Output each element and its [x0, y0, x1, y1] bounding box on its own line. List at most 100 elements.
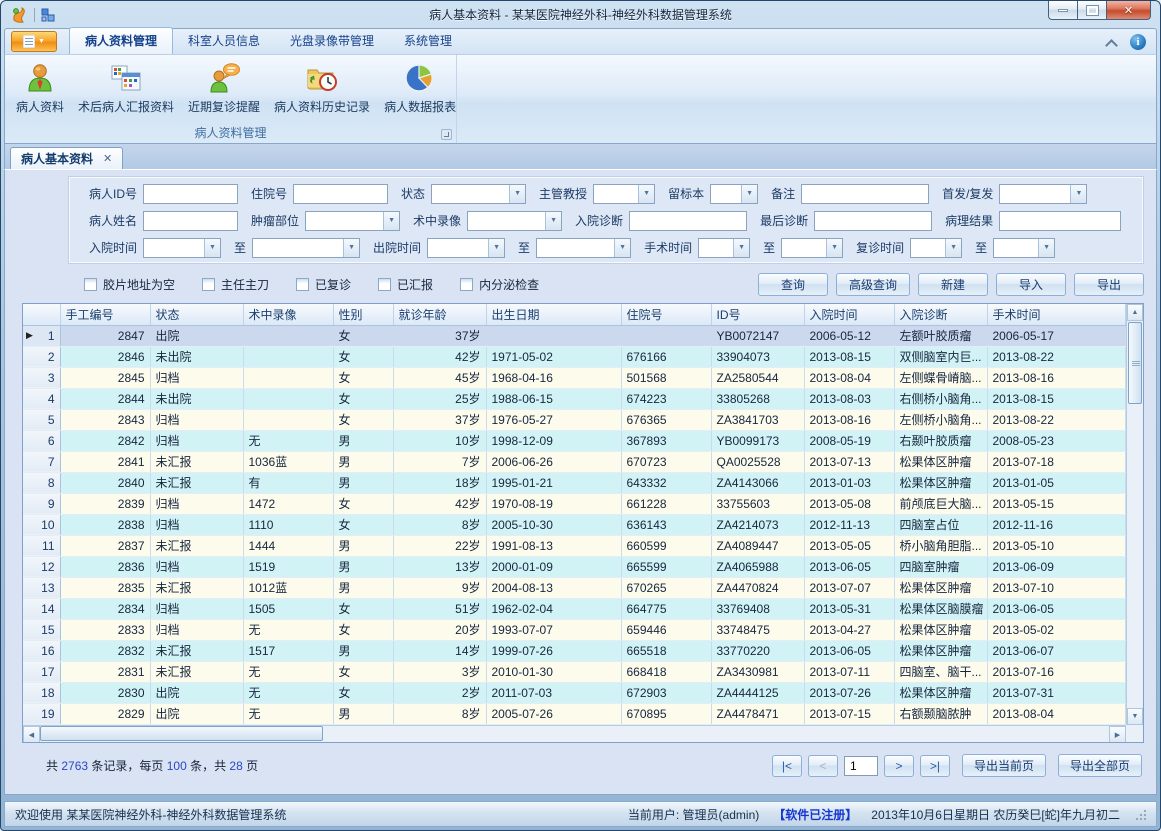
- table-row[interactable]: 192829出院无男8岁2005-07-26670895ZA4478471201…: [23, 703, 1126, 724]
- ribbon-collapse-icon[interactable]: [1107, 38, 1116, 47]
- table-row[interactable]: 72841未汇报1036蓝男7岁2006-06-26670723QA002552…: [23, 451, 1126, 472]
- chevron-down-icon[interactable]: ▼: [488, 239, 504, 257]
- table-row[interactable]: 152833归档无女20岁1993-07-0765944633748475201…: [23, 619, 1126, 640]
- scroll-track[interactable]: [323, 726, 1109, 742]
- chevron-down-icon[interactable]: ▼: [343, 239, 359, 257]
- table-row[interactable]: 172831未汇报无女3岁2010-01-30668418ZA343098120…: [23, 661, 1126, 682]
- table-row[interactable]: 182830出院无女2岁2011-07-03672903ZA4444125201…: [23, 682, 1126, 703]
- chevron-down-icon[interactable]: ▼: [509, 185, 525, 203]
- column-header[interactable]: ID号: [711, 304, 804, 325]
- chevron-down-icon[interactable]: ▼: [1038, 239, 1054, 257]
- filter-input[interactable]: [143, 211, 238, 231]
- chevron-down-icon[interactable]: ▼: [733, 239, 749, 257]
- filter-combo[interactable]: ▼: [431, 184, 526, 204]
- checkbox-item[interactable]: 主任主刀: [202, 276, 269, 293]
- table-row[interactable]: ▶12847出院女37岁YB00721472006-05-12左额叶胶质瘤200…: [23, 325, 1126, 346]
- table-row[interactable]: 112837未汇报1444男22岁1991-08-13660599ZA40894…: [23, 535, 1126, 556]
- tab-department-staff[interactable]: 科室人员信息: [173, 28, 275, 54]
- scroll-left-icon[interactable]: ◀: [23, 726, 40, 743]
- table-row[interactable]: 52843归档女37岁1976-05-27676365ZA38417032013…: [23, 409, 1126, 430]
- checkbox[interactable]: [84, 278, 97, 291]
- vertical-scrollbar[interactable]: ▲ ▼: [1126, 304, 1143, 725]
- column-header[interactable]: 入院时间: [804, 304, 894, 325]
- column-header[interactable]: 性别: [333, 304, 393, 325]
- column-header[interactable]: [23, 304, 60, 325]
- minimize-button[interactable]: [1048, 1, 1077, 20]
- chevron-down-icon[interactable]: ▼: [741, 185, 757, 203]
- filter-input[interactable]: [999, 211, 1121, 231]
- query-button[interactable]: 查询: [758, 273, 828, 296]
- table-row[interactable]: 122836归档1519男13岁2000-01-09665599ZA406598…: [23, 556, 1126, 577]
- column-header[interactable]: 状态: [150, 304, 243, 325]
- last-page-button[interactable]: >|: [920, 755, 950, 777]
- history-record-button[interactable]: 病人资料历史记录: [267, 59, 377, 117]
- table-row[interactable]: 162832未汇报1517男14岁1999-07-266655183377022…: [23, 640, 1126, 661]
- chevron-down-icon[interactable]: ▼: [826, 239, 842, 257]
- close-button[interactable]: ✕: [1106, 1, 1151, 20]
- checkbox-item[interactable]: 胶片地址为空: [84, 276, 175, 293]
- info-icon[interactable]: i: [1130, 34, 1146, 50]
- table-row[interactable]: 82840未汇报有男18岁1995-01-21643332ZA414306620…: [23, 472, 1126, 493]
- checkbox[interactable]: [378, 278, 391, 291]
- filter-combo[interactable]: ▼: [710, 184, 758, 204]
- checkbox-item[interactable]: 内分泌检查: [460, 276, 539, 293]
- filter-input[interactable]: [801, 184, 929, 204]
- filter-combo[interactable]: ▼: [698, 238, 750, 258]
- resize-grip[interactable]: [1134, 808, 1146, 820]
- patient-info-button[interactable]: 病人资料: [9, 59, 71, 117]
- revisit-reminder-button[interactable]: 近期复诊提醒: [181, 59, 267, 117]
- filter-combo[interactable]: ▼: [427, 238, 505, 258]
- column-header[interactable]: 就诊年龄: [393, 304, 486, 325]
- export-button[interactable]: 导出: [1074, 273, 1144, 296]
- data-report-button[interactable]: 病人数据报表: [377, 59, 463, 117]
- horizontal-scrollbar[interactable]: ◀ ▶: [23, 725, 1126, 742]
- column-header[interactable]: 住院号: [621, 304, 711, 325]
- filter-input[interactable]: [814, 211, 932, 231]
- filter-combo[interactable]: ▼: [993, 238, 1055, 258]
- filter-combo[interactable]: ▼: [910, 238, 962, 258]
- doc-tab-close-icon[interactable]: ✕: [103, 152, 112, 165]
- filter-combo[interactable]: ▼: [781, 238, 843, 258]
- prev-page-button[interactable]: <: [808, 755, 838, 777]
- first-page-button[interactable]: |<: [772, 755, 802, 777]
- table-row[interactable]: 142834归档1505女51岁1962-02-0466477533769408…: [23, 598, 1126, 619]
- table-row[interactable]: 132835未汇报1012蓝男9岁2004-08-13670265ZA44708…: [23, 577, 1126, 598]
- chevron-down-icon[interactable]: ▼: [545, 212, 561, 230]
- scroll-down-icon[interactable]: ▼: [1127, 708, 1143, 725]
- column-header[interactable]: 入院诊断: [894, 304, 987, 325]
- maximize-button[interactable]: [1077, 1, 1106, 20]
- filter-combo[interactable]: ▼: [467, 211, 562, 231]
- filter-combo[interactable]: ▼: [252, 238, 360, 258]
- app-icon[interactable]: [10, 6, 28, 24]
- quick-access-icon[interactable]: [41, 8, 55, 22]
- filter-combo[interactable]: ▼: [593, 184, 655, 204]
- dialog-launcher-icon[interactable]: [441, 129, 452, 140]
- advanced-query-button[interactable]: 高级查询: [836, 273, 910, 296]
- column-header[interactable]: 手术时间: [987, 304, 1126, 325]
- chevron-down-icon[interactable]: ▼: [383, 212, 399, 230]
- column-header[interactable]: 出生日期: [486, 304, 621, 325]
- registered-link[interactable]: 【软件已注册】: [773, 806, 857, 823]
- horizontal-scroll-thumb[interactable]: [40, 726, 323, 741]
- table-row[interactable]: 22846未出院女42岁1971-05-02676166339040732013…: [23, 346, 1126, 367]
- filter-combo[interactable]: ▼: [305, 211, 400, 231]
- chevron-down-icon[interactable]: ▼: [614, 239, 630, 257]
- import-button[interactable]: 导入: [996, 273, 1066, 296]
- tab-patient-management[interactable]: 病人资料管理: [69, 27, 173, 54]
- table-row[interactable]: 102838归档1110女8岁2005-10-30636143ZA4214073…: [23, 514, 1126, 535]
- export-current-page-button[interactable]: 导出当前页: [962, 754, 1046, 777]
- filter-input[interactable]: [143, 184, 238, 204]
- checkbox-item[interactable]: 已复诊: [296, 276, 351, 293]
- chevron-down-icon[interactable]: ▼: [1070, 185, 1086, 203]
- application-menu-button[interactable]: ▼: [11, 31, 57, 52]
- table-row[interactable]: 42844未出院女25岁1988-06-15674223338052682013…: [23, 388, 1126, 409]
- doc-tab-patient-basic-info[interactable]: 病人基本资料 ✕: [10, 147, 123, 169]
- table-row[interactable]: 62842归档无男10岁1998-12-09367893YB0099173200…: [23, 430, 1126, 451]
- scroll-up-icon[interactable]: ▲: [1127, 304, 1143, 321]
- chevron-down-icon[interactable]: ▼: [638, 185, 654, 203]
- chevron-down-icon[interactable]: ▼: [204, 239, 220, 257]
- table-row[interactable]: 92839归档1472女42岁1970-08-19661228337556032…: [23, 493, 1126, 514]
- checkbox[interactable]: [202, 278, 215, 291]
- new-button[interactable]: 新建: [918, 273, 988, 296]
- scroll-right-icon[interactable]: ▶: [1109, 726, 1126, 743]
